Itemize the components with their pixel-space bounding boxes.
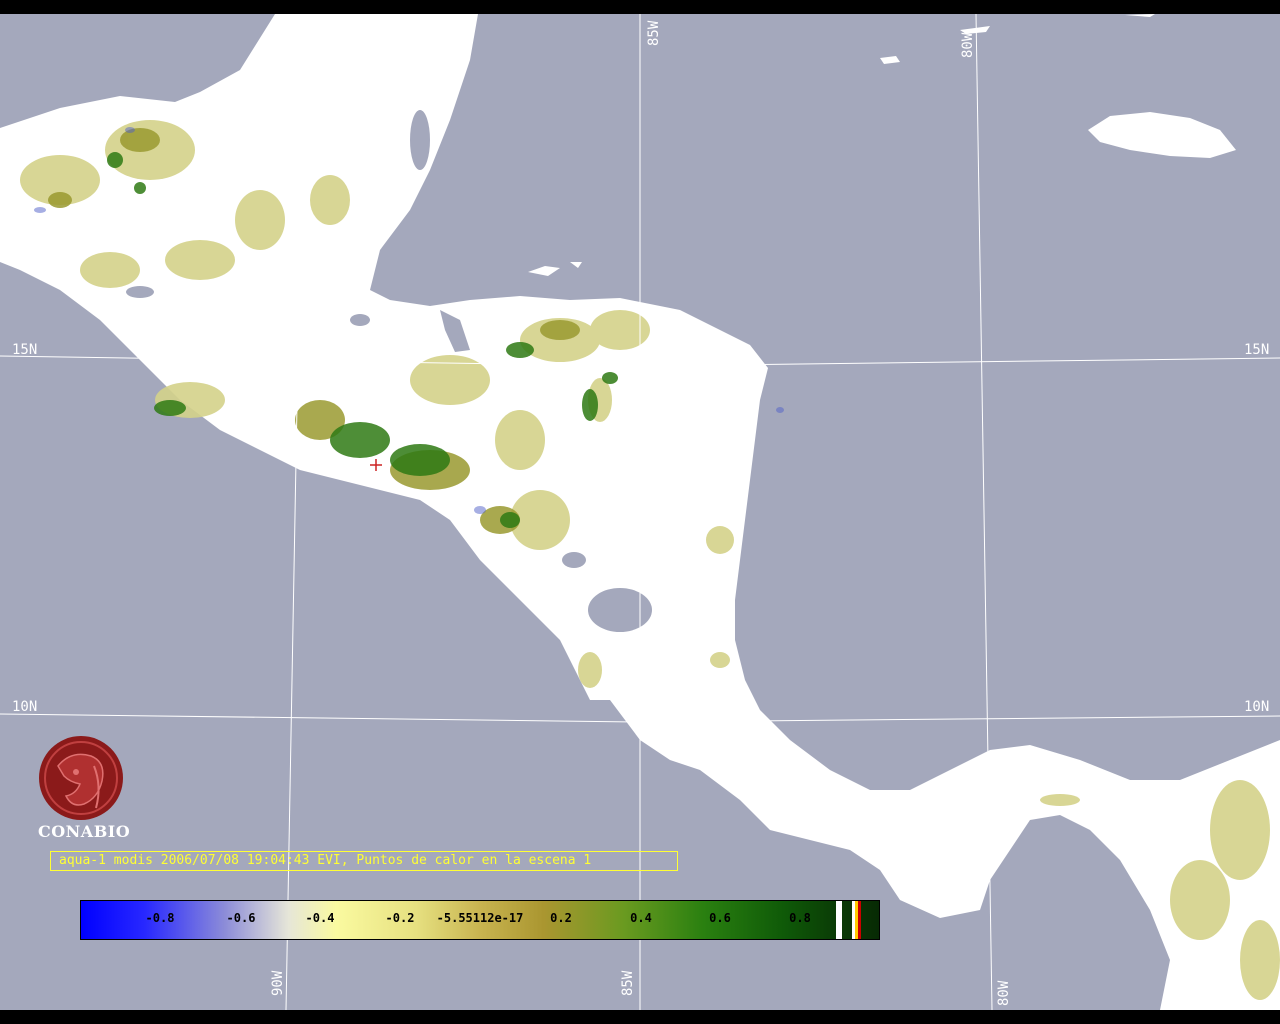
image-caption: aqua-1 modis 2006/07/08 19:04:43 EVI, Pu…	[50, 851, 678, 871]
colorbar-red-band	[858, 901, 861, 939]
label-15n-right: 15N	[1244, 342, 1269, 358]
colorbar-tick-label: 0.6	[709, 911, 731, 925]
colorbar-tick-label: 0.4	[630, 911, 652, 925]
label-80w-bottom: 80W	[996, 980, 1012, 1006]
label-85w-top: 85W	[646, 20, 662, 46]
lake-managua	[562, 552, 586, 568]
colorbar-white-band	[836, 901, 842, 939]
colorbar-tick-label: -5.55112e-17	[436, 911, 524, 925]
conabio-logo-text: CONABIO	[38, 822, 131, 841]
colorbar-tick-label: 0.2	[550, 911, 572, 925]
label-85w-bottom: 85W	[620, 970, 636, 996]
label-10n-right: 10N	[1244, 699, 1269, 715]
label-90w-bottom: 90W	[270, 970, 286, 996]
colorbar-tick-label: -0.4	[305, 911, 335, 925]
label-10n-left: 10N	[12, 699, 37, 715]
lake-nicaragua	[588, 588, 652, 632]
colorbar-tick-label: -0.8	[145, 911, 175, 925]
label-15n-left: 15N	[12, 342, 37, 358]
colorbar-tick-label: -0.2	[385, 911, 415, 925]
colorbar-tick-label: 0.8	[789, 911, 811, 925]
label-80w-top: 80W	[960, 32, 976, 58]
colorbar-tick-label: -0.6	[226, 911, 256, 925]
